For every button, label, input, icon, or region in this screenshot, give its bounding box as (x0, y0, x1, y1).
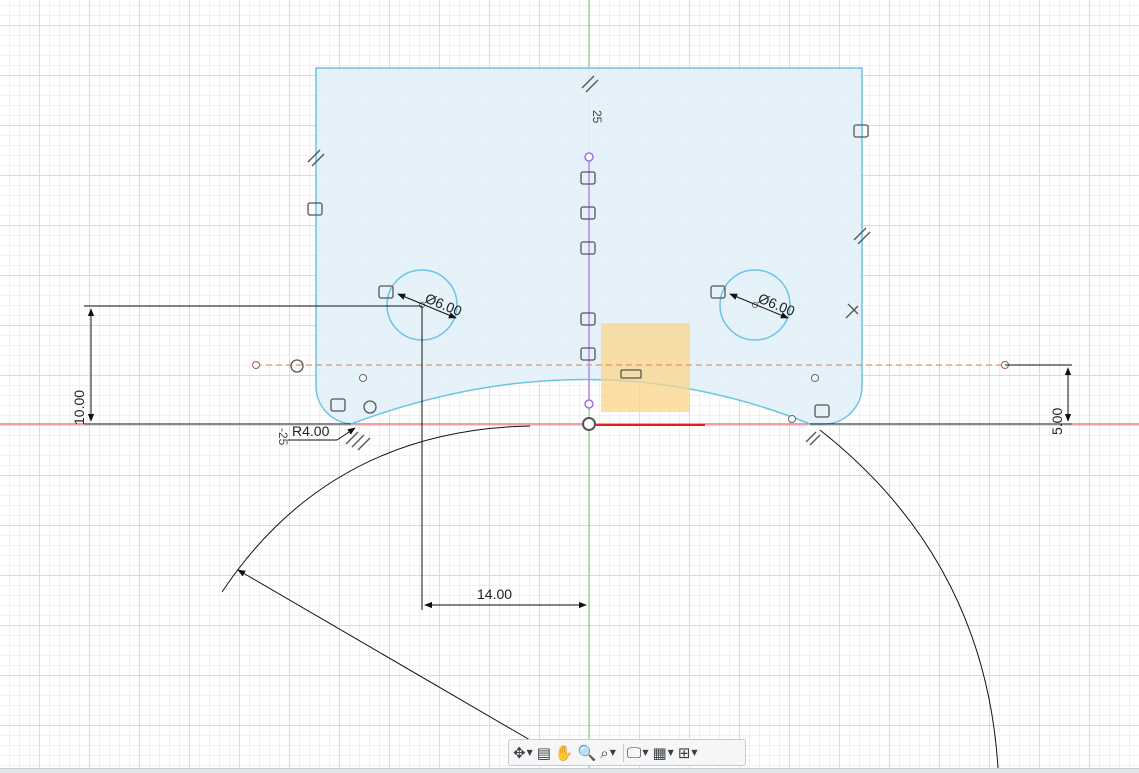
zoom-icon: 🔍 (577, 743, 597, 762)
sketch-drawing[interactable]: 10.00 5.00 14.00 Ø6.00 Ø6.00 R4.00 25 -2… (0, 0, 1139, 768)
zoom-fit-icon: ⌕ (600, 743, 609, 762)
sketch-point[interactable] (359, 374, 367, 382)
fillet-radius-label[interactable]: R4.00 (292, 423, 330, 439)
sketch-canvas[interactable]: 10.00 5.00 14.00 Ø6.00 Ø6.00 R4.00 25 -2… (0, 0, 1139, 768)
zoom-button[interactable]: 🔍 (578, 742, 597, 764)
ruler-top-label: 25 (590, 110, 604, 124)
equal-icon (805, 431, 821, 446)
pan-hand-icon: ✋ (554, 743, 574, 762)
viewports-button[interactable]: ⊞ ▼ (678, 742, 698, 764)
look-at-button[interactable]: ▤ (537, 742, 551, 764)
dim-10-label[interactable]: 10.00 (71, 390, 87, 425)
point-bottom[interactable] (584, 399, 594, 409)
display-settings-icon: 🖵 (626, 743, 642, 762)
fit-button[interactable]: ⌕ ▼ (600, 742, 616, 764)
navigation-toolbar: ✥ ▼ ▤ ✋ 🔍 ⌕ ▼ 🖵 ▼ ▦ ▼ ⊞ ▼ (508, 739, 746, 766)
dim-5-label[interactable]: 5.00 (1049, 408, 1065, 435)
chevron-down-icon: ▼ (642, 748, 649, 757)
orbit-icon: ✥ (513, 743, 526, 762)
pan-button[interactable]: ✋ (555, 742, 574, 764)
toolbar-separator (622, 743, 624, 762)
viewports-icon: ⊞ (677, 743, 691, 762)
grid-icon: ▦ (652, 743, 667, 762)
point-top[interactable] (584, 152, 594, 162)
construction-endpoint-left[interactable] (252, 361, 260, 369)
ruler-left-label: -25 (276, 428, 290, 446)
large-arc[interactable] (221, 425, 999, 768)
display-settings-button[interactable]: 🖵 ▼ (627, 742, 649, 764)
chevron-down-icon: ▼ (667, 748, 674, 757)
dim-14-label[interactable]: 14.00 (477, 586, 512, 602)
status-strip (0, 768, 1139, 773)
chevron-down-icon: ▼ (691, 748, 698, 757)
chevron-down-icon: ▼ (526, 748, 533, 757)
sketch-point[interactable] (811, 374, 819, 382)
selection-highlight (601, 323, 690, 412)
equal-icon (345, 431, 371, 451)
origin-point[interactable] (582, 417, 596, 431)
grid-snaps-button[interactable]: ▦ ▼ (652, 742, 673, 764)
look-at-icon: ▤ (536, 743, 551, 762)
chevron-down-icon: ▼ (609, 748, 616, 757)
sketch-point[interactable] (788, 415, 796, 423)
orbit-button[interactable]: ✥ ▼ (513, 742, 533, 764)
tangent-icon (290, 359, 304, 373)
